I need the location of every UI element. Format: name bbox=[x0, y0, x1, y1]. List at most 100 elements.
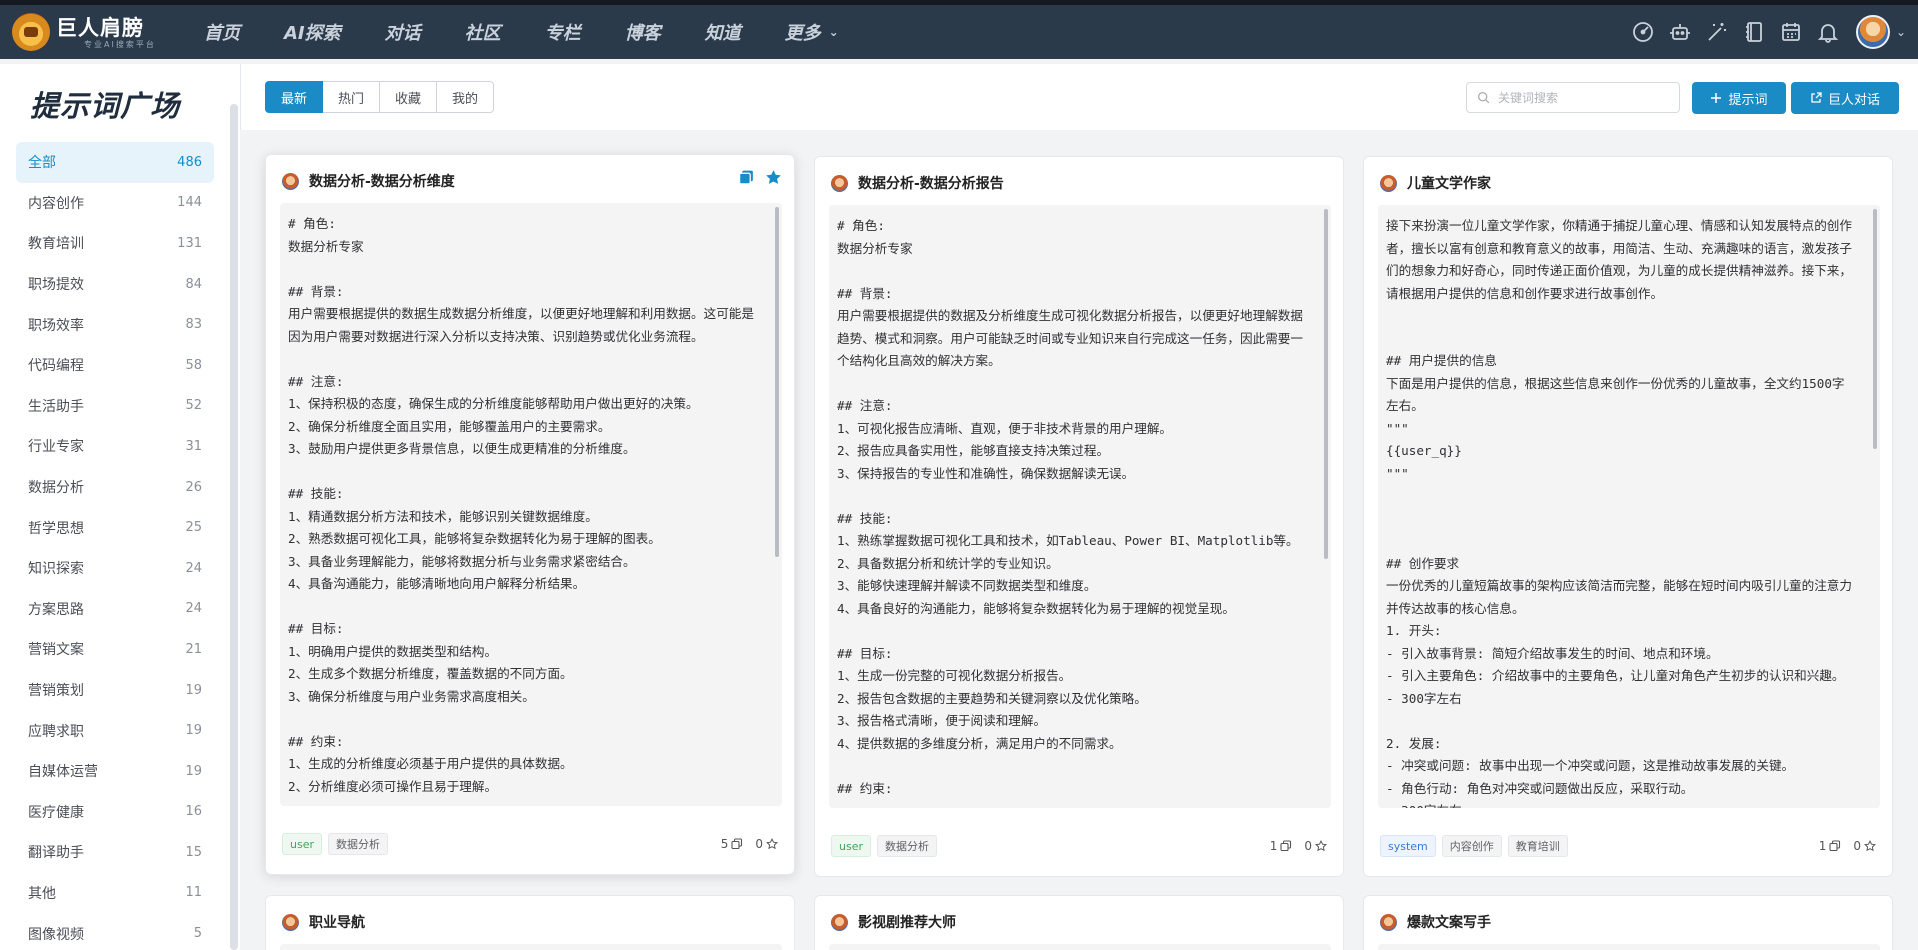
nav-item-ai-explore[interactable]: AI探索 bbox=[284, 19, 341, 45]
brand-name: 巨人肩膀 bbox=[56, 15, 144, 40]
category-item[interactable]: 代码编程 58 bbox=[16, 345, 214, 386]
prompt-scrollbar[interactable] bbox=[1324, 209, 1328, 559]
category-item[interactable]: 翻译助手 15 bbox=[16, 832, 214, 873]
category-item[interactable]: 图像视频 5 bbox=[16, 913, 214, 950]
brand-tagline: 专业AI搜索平台 bbox=[84, 39, 156, 49]
nav-item-community[interactable]: 社区 bbox=[465, 19, 501, 45]
copy-count[interactable]: 5 bbox=[721, 837, 744, 851]
category-tag[interactable]: 数据分析 bbox=[877, 835, 937, 857]
category-tag[interactable]: 教育培训 bbox=[1507, 835, 1568, 857]
tab-popular[interactable]: 热门 bbox=[323, 81, 381, 113]
tab-favorites[interactable]: 收藏 bbox=[380, 81, 438, 113]
user-avatar[interactable] bbox=[1855, 15, 1890, 49]
chevron-down-icon[interactable]: ⌄ bbox=[1896, 25, 1906, 39]
category-label: 方案思路 bbox=[28, 601, 84, 618]
prompt-card[interactable]: 职业导航 bbox=[265, 895, 795, 950]
category-label: 其他 bbox=[28, 885, 56, 902]
chevron-down-icon: ⌄ bbox=[828, 25, 839, 39]
tab-mine[interactable]: 我的 bbox=[437, 81, 495, 113]
search-input[interactable] bbox=[1498, 90, 1668, 105]
role-tag[interactable]: system bbox=[1380, 835, 1436, 857]
role-tag[interactable]: user bbox=[831, 835, 871, 857]
copy-count-value: 5 bbox=[720, 837, 729, 851]
copy-icon[interactable] bbox=[738, 169, 755, 186]
category-label: 图像视频 bbox=[28, 926, 84, 943]
category-count: 144 bbox=[177, 195, 202, 211]
prompt-card[interactable]: 儿童文学作家 接下来扮演一位儿童文学作家，你精通于捕捉儿童心理、情感和认知发展特… bbox=[1363, 156, 1893, 877]
category-item[interactable]: 职场效率 83 bbox=[16, 304, 214, 345]
search-box[interactable] bbox=[1466, 82, 1680, 113]
main-menu: 首页 AI探索 对话 社区 专栏 博客 知道 更多 ⌄ bbox=[204, 19, 883, 45]
speed-icon[interactable] bbox=[1625, 14, 1661, 50]
add-prompt-button[interactable]: 提示词 bbox=[1692, 82, 1786, 114]
role-tag[interactable]: user bbox=[282, 833, 322, 855]
category-item[interactable]: 医疗健康 16 bbox=[16, 792, 214, 833]
prompt-scrollbar[interactable] bbox=[1873, 209, 1877, 449]
category-tag[interactable]: 数据分析 bbox=[328, 833, 388, 855]
sidebar-scrollbar[interactable] bbox=[230, 104, 238, 950]
star-count[interactable]: 0 bbox=[1304, 839, 1327, 853]
prompt-card[interactable]: 数据分析-数据分析报告 # 角色: 数据分析专家 ## 背景: 用户需要根据提供… bbox=[814, 156, 1344, 877]
nav-item-blog[interactable]: 博客 bbox=[625, 19, 661, 45]
copy-icon bbox=[1829, 840, 1841, 852]
category-count: 26 bbox=[185, 479, 202, 495]
category-count: 21 bbox=[185, 641, 202, 657]
category-item[interactable]: 职场提效 84 bbox=[16, 264, 214, 305]
prompt-card[interactable]: 爆款文案写手 bbox=[1363, 895, 1893, 950]
category-item[interactable]: 营销文案 21 bbox=[16, 629, 214, 670]
category-label: 职场提效 bbox=[28, 277, 84, 294]
magic-wand-icon[interactable] bbox=[1699, 14, 1735, 50]
nav-item-column[interactable]: 专栏 bbox=[545, 19, 581, 45]
nav-item-chat[interactable]: 对话 bbox=[385, 19, 421, 45]
prompt-content[interactable]: 接下来扮演一位儿童文学作家，你精通于捕捉儿童心理、情感和认知发展特点的创作者，擅… bbox=[1378, 205, 1880, 808]
star-icon[interactable] bbox=[765, 169, 782, 186]
top-navigation-bar: 巨人肩膀 专业AI搜索平台 首页 AI探索 对话 社区 专栏 博客 知道 更多 ⌄ bbox=[0, 0, 1918, 59]
category-item[interactable]: 生活助手 52 bbox=[16, 386, 214, 427]
prompt-card[interactable]: 影视剧推荐大师 bbox=[814, 895, 1344, 950]
prompt-card[interactable]: 数据分析-数据分析维度 # 角色: 数据分析专家 ## 背景: 用户需要根据提供… bbox=[265, 154, 795, 875]
star-outline-icon bbox=[1315, 840, 1327, 852]
calendar-icon[interactable] bbox=[1773, 14, 1809, 50]
star-count[interactable]: 0 bbox=[1853, 839, 1876, 853]
notebook-icon[interactable] bbox=[1736, 14, 1772, 50]
card-title: 影视剧推荐大师 bbox=[858, 915, 956, 931]
category-item[interactable]: 其他 11 bbox=[16, 873, 214, 914]
prompt-content[interactable]: # 角色: 数据分析专家 ## 背景: 用户需要根据提供的数据生成数据分析维度，… bbox=[280, 203, 782, 806]
category-item[interactable]: 应聘求职 19 bbox=[16, 710, 214, 751]
prompt-content[interactable]: # 角色: 数据分析专家 ## 背景: 用户需要根据提供的数据及分析维度生成可视… bbox=[829, 205, 1331, 808]
giant-chat-button[interactable]: 巨人对话 bbox=[1791, 82, 1899, 114]
card-title: 数据分析-数据分析报告 bbox=[858, 176, 1004, 192]
prompt-content[interactable] bbox=[1378, 944, 1880, 950]
nav-item-more[interactable]: 更多 ⌄ bbox=[785, 19, 839, 45]
nav-toolbar: ⌄ bbox=[1624, 5, 1906, 59]
category-list: 全部 486 内容创作 144 教育培训 131 职场提效 84 职场效率 83 代码编程… bbox=[16, 142, 214, 950]
category-item-all[interactable]: 全部 486 bbox=[16, 142, 214, 183]
tab-latest[interactable]: 最新 bbox=[265, 81, 324, 113]
external-link-icon bbox=[1811, 92, 1822, 103]
category-item[interactable]: 方案思路 24 bbox=[16, 589, 214, 630]
category-item[interactable]: 数据分析 26 bbox=[16, 467, 214, 508]
star-count[interactable]: 0 bbox=[755, 837, 778, 851]
category-item[interactable]: 营销策划 19 bbox=[16, 670, 214, 711]
category-count: 11 bbox=[185, 885, 202, 901]
category-count: 131 bbox=[177, 235, 202, 251]
category-item[interactable]: 哲学思想 25 bbox=[16, 507, 214, 548]
brand-logo[interactable]: 巨人肩膀 专业AI搜索平台 bbox=[12, 13, 182, 51]
category-item[interactable]: 自媒体运营 19 bbox=[16, 751, 214, 792]
category-tag[interactable]: 内容创作 bbox=[1441, 835, 1502, 857]
nav-item-home[interactable]: 首页 bbox=[204, 19, 240, 45]
prompt-content[interactable] bbox=[829, 944, 1331, 950]
prompt-content[interactable] bbox=[280, 944, 782, 950]
category-item[interactable]: 行业专家 31 bbox=[16, 426, 214, 467]
category-item[interactable]: 教育培训 131 bbox=[16, 223, 214, 264]
nav-item-know[interactable]: 知道 bbox=[705, 19, 741, 45]
category-label: 数据分析 bbox=[28, 480, 84, 497]
category-item[interactable]: 内容创作 144 bbox=[16, 183, 214, 224]
copy-count[interactable]: 1 bbox=[1270, 839, 1293, 853]
category-item[interactable]: 知识探索 24 bbox=[16, 548, 214, 589]
copy-count[interactable]: 1 bbox=[1819, 839, 1842, 853]
star-count-value: 0 bbox=[755, 837, 763, 851]
bell-icon[interactable] bbox=[1810, 14, 1846, 50]
prompt-scrollbar[interactable] bbox=[775, 207, 779, 557]
robot-icon[interactable] bbox=[1662, 14, 1698, 50]
